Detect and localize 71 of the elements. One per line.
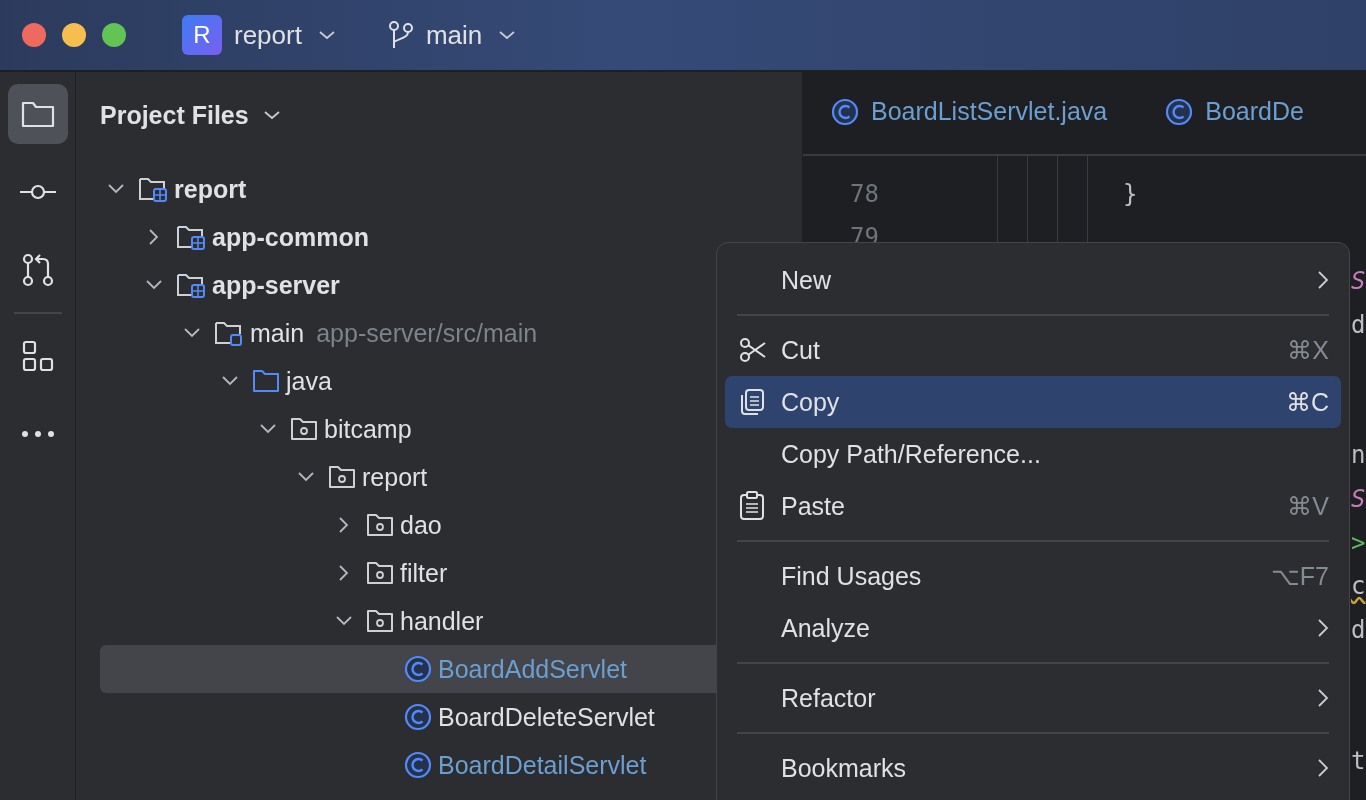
minimize-button[interactable] xyxy=(62,23,86,47)
close-button[interactable] xyxy=(22,23,46,47)
class-icon xyxy=(404,703,432,731)
tree-item-label: app-server xyxy=(212,270,340,300)
copy-icon xyxy=(739,388,765,416)
tree-item-label: java xyxy=(286,366,332,396)
tree-item-label: BoardAddServlet xyxy=(438,654,627,684)
folder-tool-button[interactable] xyxy=(7,84,68,144)
structure-icon xyxy=(20,339,55,373)
branch-selector[interactable]: main xyxy=(387,19,517,51)
menu-item[interactable]: Paste ⌘V xyxy=(725,480,1341,532)
chevron-down-icon xyxy=(317,30,336,40)
editor-tab[interactable]: BoardListServlet.java xyxy=(831,72,1108,154)
tree-item-label: main xyxy=(250,318,305,348)
tree-item-label: BoardDeleteServlet xyxy=(438,702,655,732)
tree-item-label: report xyxy=(174,174,247,204)
folder-icon xyxy=(19,99,56,129)
tree-item-label: app-common xyxy=(212,222,369,252)
zoom-button[interactable] xyxy=(102,23,126,47)
menu-item[interactable]: Cut ⌘X xyxy=(725,324,1341,376)
menu-item[interactable]: Copy Path/Reference... xyxy=(725,428,1341,480)
tree-item-label: BoardDetailServlet xyxy=(438,750,647,780)
editor-tab[interactable]: BoardDe xyxy=(1165,72,1304,154)
project-files-dropdown[interactable]: Project Files xyxy=(100,100,281,130)
module-folder-icon xyxy=(176,223,206,251)
project-selector[interactable]: R report xyxy=(182,15,336,55)
tree-item[interactable]: report xyxy=(100,165,802,213)
code-text: d xyxy=(1351,615,1366,644)
package-icon xyxy=(328,465,356,489)
package-icon xyxy=(366,561,394,585)
module-folder-icon xyxy=(138,175,168,203)
code-text: S xyxy=(1351,267,1366,295)
code-text: t xyxy=(1351,746,1366,775)
package-icon xyxy=(366,513,394,537)
tree-item-label: filter xyxy=(400,558,448,588)
shortcut: ⌘X xyxy=(1287,335,1329,365)
project-badge: R xyxy=(182,15,222,55)
source-folder-icon xyxy=(214,319,244,347)
chevron-down-icon xyxy=(262,110,281,120)
tree-item-label: handler xyxy=(400,606,484,636)
clipboard-icon xyxy=(739,491,765,521)
folder-icon xyxy=(252,369,280,393)
code-text: > xyxy=(1351,528,1366,557)
tree-item-label: dao xyxy=(400,510,442,540)
code-text: d xyxy=(1351,310,1366,339)
shortcut: ⌘V xyxy=(1287,491,1329,521)
tree-item-label: report xyxy=(362,462,428,492)
package-icon xyxy=(366,609,394,633)
module-folder-icon xyxy=(176,271,206,299)
class-icon xyxy=(404,655,432,683)
branch-icon xyxy=(387,20,414,50)
class-icon xyxy=(831,97,859,126)
package-icon xyxy=(290,417,318,441)
menu-item[interactable]: Find Usages ⌥F7 xyxy=(725,550,1341,602)
tree-item-label: bitcamp xyxy=(324,414,412,444)
more-icon xyxy=(19,430,56,438)
class-icon xyxy=(1165,97,1194,126)
menu-item[interactable]: Bookmarks xyxy=(725,742,1341,794)
commit-icon xyxy=(17,182,58,202)
class-icon xyxy=(404,751,432,779)
shortcut: ⌘C xyxy=(1285,387,1329,417)
code-text: c xyxy=(1351,572,1366,601)
code-text: n xyxy=(1351,441,1366,470)
code-text: S xyxy=(1351,484,1366,513)
path-hint: app-server/src/main xyxy=(316,318,538,348)
line-number: 78 xyxy=(850,179,879,208)
scissors-icon xyxy=(739,337,767,363)
code-text: } xyxy=(1123,179,1138,208)
chevron-down-icon xyxy=(498,30,517,40)
menu-item[interactable]: Copy ⌘C xyxy=(725,376,1341,428)
shortcut: ⌥F7 xyxy=(1270,561,1329,591)
